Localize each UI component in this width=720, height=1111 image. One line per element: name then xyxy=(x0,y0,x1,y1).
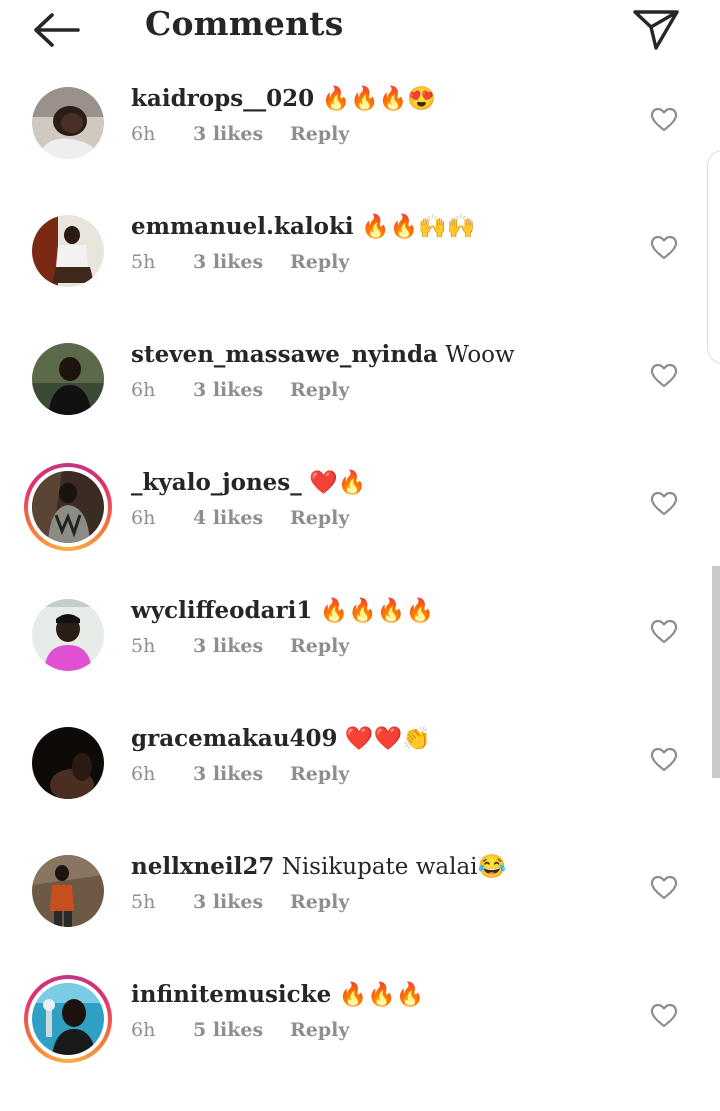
back-arrow-icon[interactable] xyxy=(28,6,84,50)
header: Comments xyxy=(0,0,720,60)
reply-button[interactable]: Reply xyxy=(290,635,349,657)
heart-icon[interactable] xyxy=(650,747,678,773)
comment-username[interactable]: emmanuel.kaloki xyxy=(131,213,354,240)
side-panel-tab[interactable] xyxy=(707,150,720,364)
comment-username[interactable]: nellxneil27 xyxy=(131,853,274,880)
reply-button[interactable]: Reply xyxy=(290,763,349,785)
comment-text: ❤️❤️👏 xyxy=(344,726,431,752)
likes-count[interactable]: 3 likes xyxy=(193,635,263,657)
likes-count[interactable]: 5 likes xyxy=(193,1019,263,1041)
comment-text: 🔥🔥🔥😍 xyxy=(321,86,437,112)
comment-text: 🔥🔥🔥🔥 xyxy=(319,598,435,624)
comment-time: 6h xyxy=(131,123,156,145)
scrollbar[interactable] xyxy=(712,566,720,778)
page-title: Comments xyxy=(145,4,344,43)
heart-icon[interactable] xyxy=(650,491,678,517)
heart-icon[interactable] xyxy=(650,235,678,261)
heart-icon[interactable] xyxy=(650,363,678,389)
comment-text: ❤️🔥 xyxy=(309,470,367,496)
likes-count[interactable]: 3 likes xyxy=(193,123,263,145)
likes-count[interactable]: 3 likes xyxy=(193,379,263,401)
comment-item: kaidrops__020 🔥🔥🔥😍 6h 3 likes Reply xyxy=(0,85,720,215)
comment-text: Nisikupate walai😂 xyxy=(281,854,507,880)
comment-username[interactable]: steven_massawe_nyinda xyxy=(131,341,438,368)
reply-button[interactable]: Reply xyxy=(290,891,349,913)
avatar[interactable] xyxy=(32,87,104,159)
avatar[interactable] xyxy=(32,215,104,287)
reply-button[interactable]: Reply xyxy=(290,251,349,273)
comment-time: 6h xyxy=(131,507,156,529)
comment-item: infinitemusicke 🔥🔥🔥 6h 5 likes Reply xyxy=(0,975,720,1111)
send-icon[interactable] xyxy=(630,6,682,52)
comment-time: 5h xyxy=(131,251,156,273)
avatar-with-story-ring[interactable] xyxy=(24,463,112,551)
comment-time: 5h xyxy=(131,891,156,913)
comment-time: 5h xyxy=(131,635,156,657)
avatar-with-story-ring[interactable] xyxy=(24,975,112,1063)
avatar[interactable] xyxy=(32,727,104,799)
comment-item: wycliffeodari1 🔥🔥🔥🔥 5h 3 likes Reply xyxy=(0,597,720,727)
avatar[interactable] xyxy=(32,343,104,415)
comment-text: 🔥🔥🔥 xyxy=(338,982,425,1008)
likes-count[interactable]: 3 likes xyxy=(193,763,263,785)
comment-username[interactable]: _kyalo_jones_ xyxy=(131,469,302,496)
comment-time: 6h xyxy=(131,763,156,785)
reply-button[interactable]: Reply xyxy=(290,123,349,145)
heart-icon[interactable] xyxy=(650,107,678,133)
comment-username[interactable]: kaidrops__020 xyxy=(131,85,314,112)
comment-username[interactable]: wycliffeodari1 xyxy=(131,597,312,624)
heart-icon[interactable] xyxy=(650,1003,678,1029)
comment-time: 6h xyxy=(131,1019,156,1041)
heart-icon[interactable] xyxy=(650,619,678,645)
heart-icon[interactable] xyxy=(650,875,678,901)
comment-item: gracemakau409 ❤️❤️👏 6h 3 likes Reply xyxy=(0,725,720,855)
comment-item: _kyalo_jones_ ❤️🔥 6h 4 likes Reply xyxy=(0,463,720,599)
reply-button[interactable]: Reply xyxy=(290,379,349,401)
likes-count[interactable]: 4 likes xyxy=(193,507,263,529)
comment-username[interactable]: infinitemusicke xyxy=(131,981,331,1008)
reply-button[interactable]: Reply xyxy=(290,1019,349,1041)
comment-text: Woow xyxy=(445,342,515,368)
comment-item: steven_massawe_nyinda Woow 6h 3 likes Re… xyxy=(0,341,720,471)
avatar[interactable] xyxy=(32,855,104,927)
comment-item: nellxneil27 Nisikupate walai😂 5h 3 likes… xyxy=(0,853,720,983)
likes-count[interactable]: 3 likes xyxy=(193,891,263,913)
comment-username[interactable]: gracemakau409 xyxy=(131,725,338,752)
reply-button[interactable]: Reply xyxy=(290,507,349,529)
comment-text: 🔥🔥🙌🙌 xyxy=(360,214,476,240)
likes-count[interactable]: 3 likes xyxy=(193,251,263,273)
comment-time: 6h xyxy=(131,379,156,401)
comment-item: emmanuel.kaloki 🔥🔥🙌🙌 5h 3 likes Reply xyxy=(0,213,720,343)
avatar[interactable] xyxy=(32,599,104,671)
